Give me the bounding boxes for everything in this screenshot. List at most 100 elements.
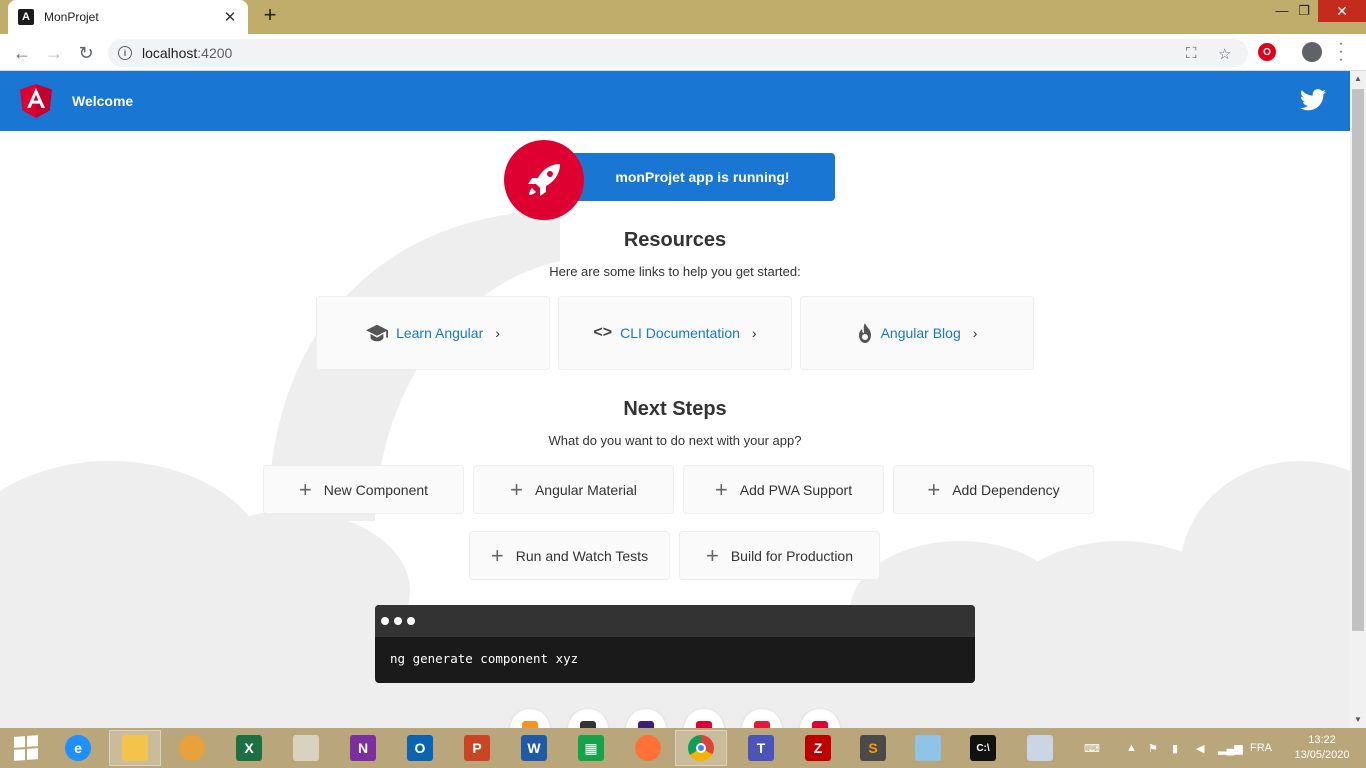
browser-toolbar: ← → ↻ i localhost:4200 ⛶ ☆: [0, 34, 1366, 71]
site-info-icon[interactable]: i: [118, 46, 132, 60]
reload-button[interactable]: ↻: [74, 41, 98, 65]
plus-icon: +: [298, 476, 312, 502]
close-tab-icon[interactable]: ✕: [222, 8, 238, 26]
notepad-app-icon: [293, 735, 319, 761]
add-pwa-support-card[interactable]: + Add PWA Support: [683, 465, 884, 514]
next-steps-heading: Next Steps: [623, 398, 727, 420]
word-icon: W: [521, 735, 547, 761]
taskbar-file-explorer[interactable]: [109, 730, 161, 766]
translate-icon[interactable]: ⛶: [1186, 45, 1197, 62]
new-tab-button[interactable]: +: [258, 4, 282, 28]
powerpoint-icon: P: [464, 735, 490, 761]
restore-window-button[interactable]: ❐: [1290, 0, 1318, 22]
learn-angular-card[interactable]: Learn Angular ›: [316, 296, 550, 370]
cli-documentation-label: CLI Documentation: [620, 325, 740, 341]
network-icon[interactable]: ⚑: [1148, 728, 1158, 768]
internet-explorer-icon: e: [65, 735, 91, 761]
learn-angular-label: Learn Angular: [396, 325, 484, 341]
terminal-window: ng generate component xyz: [375, 605, 975, 683]
signal-icon[interactable]: ▂▄▆: [1218, 728, 1243, 768]
bookmark-star-icon[interactable]: ☆: [1218, 45, 1231, 63]
taskbar-word[interactable]: W: [508, 730, 560, 766]
onenote-icon: N: [350, 735, 376, 761]
taskbar-snipping-tool[interactable]: [1014, 730, 1066, 766]
touch-keyboard-icon[interactable]: ⌨: [1084, 728, 1100, 768]
close-window-button[interactable]: ✕: [1318, 0, 1366, 22]
rocket-icon: [528, 164, 560, 196]
chrome-icon: [688, 735, 714, 761]
taskbar-firefox[interactable]: [622, 730, 674, 766]
add-dependency-label: Add Dependency: [952, 481, 1060, 498]
run-and-watch-tests-label: Run and Watch Tests: [515, 547, 649, 564]
plus-icon: +: [705, 542, 719, 568]
build-for-production-card[interactable]: + Build for Production: [679, 531, 880, 580]
add-dependency-card[interactable]: + Add Dependency: [893, 465, 1094, 514]
windows-taskbar: e X N O P W ▦ T Z S C:\ ⌨ ▲ ⚑ ▮ ◀ ▂▄▆ FR…: [0, 728, 1366, 768]
browser-menu-icon[interactable]: · · ·: [1336, 36, 1346, 68]
new-component-label: New Component: [323, 481, 429, 498]
cli-documentation-card[interactable]: <> CLI Documentation ›: [558, 296, 792, 370]
angular-blog-label: Angular Blog: [880, 325, 961, 341]
start-button[interactable]: [0, 728, 52, 768]
taskbar-powerpoint[interactable]: P: [451, 730, 503, 766]
show-hidden-icons-icon[interactable]: ▲: [1126, 728, 1137, 768]
url-port: :4200: [197, 45, 233, 61]
add-pwa-support-label: Add PWA Support: [739, 481, 853, 498]
flame-icon: [858, 323, 871, 343]
taskbar-chrome[interactable]: [675, 730, 727, 766]
address-bar[interactable]: i localhost:4200 ⛶ ☆: [108, 39, 1248, 67]
plus-icon: +: [490, 542, 504, 568]
tab-title: MonProjet: [44, 10, 99, 24]
new-component-card[interactable]: + New Component: [263, 465, 464, 514]
terminal-dot: [394, 617, 402, 625]
firefox-icon: [635, 735, 661, 761]
run-and-watch-tests-card[interactable]: + Run and Watch Tests: [469, 531, 670, 580]
profile-avatar-icon[interactable]: [1302, 42, 1322, 62]
resources-subtitle: Here are some links to help you get star…: [549, 264, 801, 279]
page-scrollbar[interactable]: ▲ ▼: [1350, 71, 1366, 728]
volume-icon[interactable]: ◀: [1196, 728, 1204, 768]
taskbar-teams[interactable]: T: [735, 730, 787, 766]
taskbar-onenote[interactable]: N: [337, 730, 389, 766]
angular-logo-icon: [20, 84, 52, 118]
meetup-icon: [754, 721, 770, 728]
battery-icon[interactable]: ▮: [1172, 728, 1178, 768]
back-button[interactable]: ←: [10, 41, 34, 65]
taskbar-media-app[interactable]: [166, 730, 218, 766]
folder-icon: [122, 735, 148, 761]
teams-icon: T: [748, 735, 774, 761]
taskbar-clock[interactable]: 13:22 13/05/2020: [1290, 733, 1354, 763]
windows-logo-icon: [14, 735, 38, 761]
scroll-down-icon[interactable]: ▼: [1350, 712, 1366, 728]
taskbar-sublime-text[interactable]: S: [847, 730, 899, 766]
angular-devtools-icon: [696, 721, 712, 728]
snipping-tool-icon: [1027, 735, 1053, 761]
clock-time: 13:22: [1308, 734, 1336, 746]
angular-favicon-icon: A: [18, 9, 34, 25]
language-indicator[interactable]: FRA: [1250, 728, 1272, 768]
taskbar-paint-app[interactable]: [902, 730, 954, 766]
plus-icon: +: [927, 476, 941, 502]
taskbar-filezilla[interactable]: Z: [792, 730, 844, 766]
opera-extension-icon[interactable]: O: [1258, 43, 1276, 61]
angular-material-card[interactable]: + Angular Material: [473, 465, 674, 514]
taskbar-command-prompt[interactable]: C:\: [957, 730, 1009, 766]
taskbar-excel[interactable]: X: [223, 730, 275, 766]
rocket-badge: [504, 140, 584, 220]
taskbar-store[interactable]: ▦: [565, 730, 617, 766]
scrollbar-thumb[interactable]: [1352, 89, 1364, 631]
angular-blog-card[interactable]: Angular Blog ›: [800, 296, 1034, 370]
taskbar-internet-explorer[interactable]: e: [52, 730, 104, 766]
taskbar-notepad-app[interactable]: [280, 730, 332, 766]
forward-button[interactable]: →: [42, 41, 66, 65]
scroll-up-icon[interactable]: ▲: [1350, 71, 1366, 87]
twitter-icon[interactable]: [1300, 89, 1326, 111]
browser-tab[interactable]: A MonProjet ✕: [8, 0, 248, 34]
app-running-banner: monProjet app is running!: [560, 153, 835, 201]
sublime-text-icon: S: [860, 735, 886, 761]
chevron-right-icon: ›: [495, 325, 500, 341]
browser-tab-strip: A MonProjet ✕ + — ❐ ✕: [0, 0, 1366, 34]
build-for-production-label: Build for Production: [730, 547, 854, 564]
taskbar-outlook[interactable]: O: [394, 730, 446, 766]
terminal-command: ng generate component xyz: [390, 651, 579, 666]
